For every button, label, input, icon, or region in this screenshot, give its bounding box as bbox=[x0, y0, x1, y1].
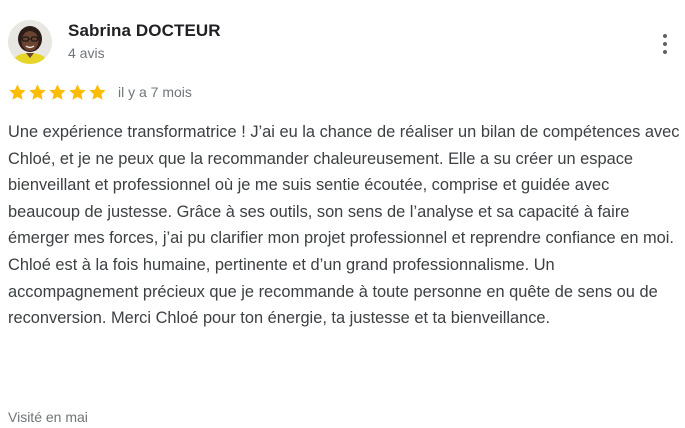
review-card: Sabrina DOCTEUR 4 avis il y a 7 mois Une… bbox=[0, 0, 685, 428]
visited-date: Visité en mai bbox=[8, 409, 88, 425]
author-avatar[interactable] bbox=[8, 20, 52, 64]
review-date: il y a 7 mois bbox=[118, 84, 192, 100]
more-vertical-icon bbox=[662, 33, 668, 39]
review-text: Une expérience transformatrice ! J’ai eu… bbox=[8, 123, 680, 328]
author-name[interactable]: Sabrina DOCTEUR bbox=[68, 21, 221, 41]
rating-row: il y a 7 mois bbox=[8, 82, 192, 102]
star-rating bbox=[8, 83, 107, 102]
more-options-button[interactable] bbox=[652, 28, 678, 60]
author-review-count[interactable]: 4 avis bbox=[68, 45, 105, 61]
user-avatar-icon bbox=[8, 20, 52, 64]
star-icon bbox=[29, 83, 46, 100]
star-icon bbox=[49, 83, 66, 100]
star-icon bbox=[89, 83, 106, 100]
star-icon bbox=[69, 83, 86, 100]
star-icon bbox=[9, 83, 26, 100]
